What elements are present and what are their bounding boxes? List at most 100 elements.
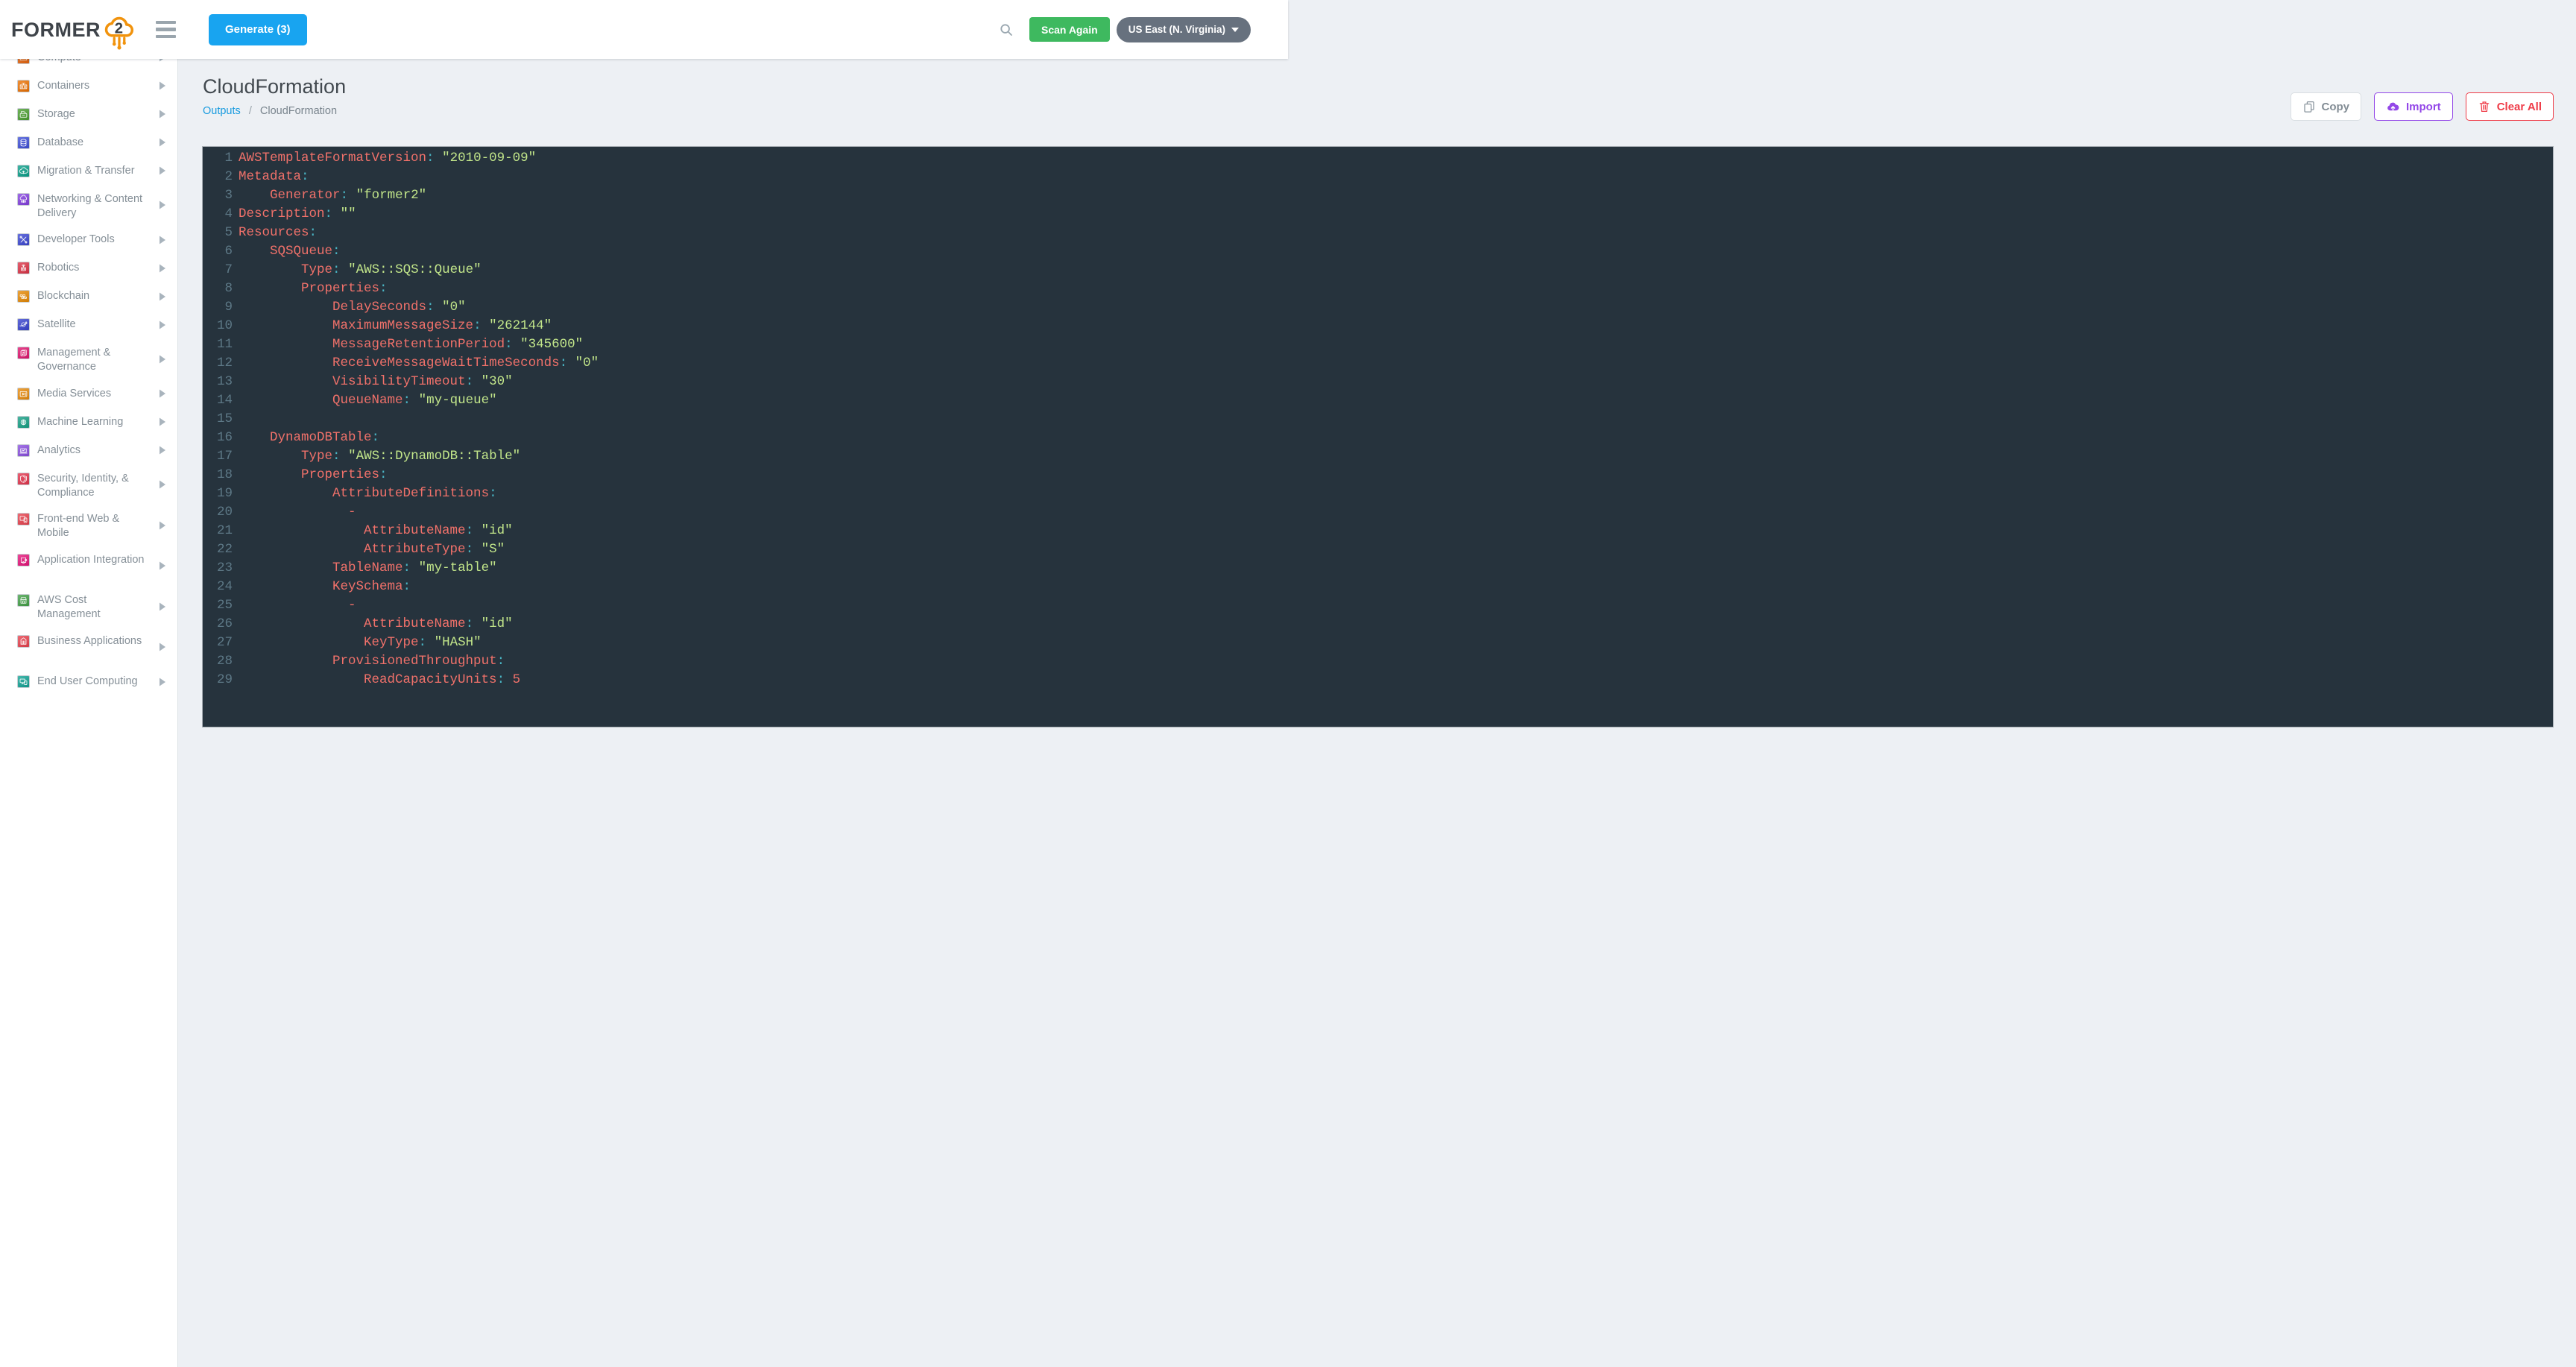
satellite-icon: [17, 318, 30, 331]
code-line: 12 ReceiveMessageWaitTimeSeconds: "0": [203, 354, 2553, 373]
clear-all-button[interactable]: Clear All: [2466, 92, 2554, 121]
chevron-right-icon: [160, 678, 165, 686]
code-line: 23 TableName: "my-table": [203, 559, 2553, 578]
trash-icon: [2478, 100, 2491, 113]
code-line: 24 KeySchema:: [203, 578, 2553, 596]
line-number: 20: [203, 503, 239, 522]
security-icon: [17, 473, 30, 485]
sidebar-item-label: AWS Cost Management: [37, 593, 146, 622]
copy-button[interactable]: Copy: [2291, 92, 2362, 121]
line-number: 17: [203, 447, 239, 466]
line-number: 13: [203, 373, 239, 391]
compute-icon: [17, 59, 30, 64]
sidebar-item-database[interactable]: Database: [0, 128, 177, 157]
code-line: 19 AttributeDefinitions:: [203, 484, 2553, 503]
blockchain-icon: [17, 290, 30, 303]
frontend-web-mobile-icon: [17, 513, 30, 525]
chevron-right-icon: [160, 167, 165, 175]
line-number: 24: [203, 578, 239, 596]
import-button[interactable]: Import: [2374, 92, 2453, 121]
line-number: 6: [203, 242, 239, 261]
code-line: 17 Type: "AWS::DynamoDB::Table": [203, 447, 2553, 466]
chevron-right-icon: [160, 355, 165, 363]
code-line: 1AWSTemplateFormatVersion: "2010-09-09": [203, 149, 2553, 168]
code-line: 20 -: [203, 503, 2553, 522]
sidebar-item-analytics[interactable]: Analytics: [0, 436, 177, 464]
app-logo[interactable]: FORMER 2: [11, 0, 136, 59]
sidebar-item-migration-transfer[interactable]: Migration & Transfer: [0, 157, 177, 185]
application-integration-icon: [17, 554, 30, 566]
line-number: 4: [203, 205, 239, 224]
sidebar-item-label: Robotics: [37, 261, 79, 275]
sidebar-item-label: Machine Learning: [37, 415, 123, 429]
code-line: 2Metadata:: [203, 168, 2553, 186]
code-line: 8 Properties:: [203, 280, 2553, 298]
line-number: 19: [203, 484, 239, 503]
line-number: 27: [203, 634, 239, 652]
sidebar-item-application-integration[interactable]: Application Integration: [0, 546, 177, 587]
sidebar-item-storage[interactable]: Storage: [0, 100, 177, 128]
sidebar-item-end-user-computing[interactable]: End User Computing: [0, 668, 177, 696]
machine-learning-icon: [17, 416, 30, 429]
generate-button[interactable]: Generate (3): [209, 14, 307, 45]
page-title: CloudFormation: [203, 74, 346, 99]
sidebar-item-containers[interactable]: Containers: [0, 72, 177, 100]
sidebar-item-compute[interactable]: Compute: [0, 59, 177, 72]
sidebar-item-developer-tools[interactable]: Developer Tools: [0, 226, 177, 254]
sidebar-item-front-end-web-mobile[interactable]: Front-end Web & Mobile: [0, 505, 177, 546]
chevron-right-icon: [160, 390, 165, 398]
code-editor[interactable]: 1AWSTemplateFormatVersion: "2010-09-09"2…: [202, 146, 2554, 727]
line-number: 25: [203, 596, 239, 615]
breadcrumb: Outputs / CloudFormation: [203, 105, 346, 117]
code-line: 28 ProvisionedThroughput:: [203, 652, 2553, 671]
sidebar-item-business-applications[interactable]: Business Applications: [0, 627, 177, 668]
main-content: CloudFormation Outputs / CloudFormation …: [178, 59, 2576, 1367]
sidebar-item-blockchain[interactable]: Blockchain: [0, 282, 177, 311]
database-icon: [17, 136, 30, 149]
sidebar-item-machine-learning[interactable]: Machine Learning: [0, 408, 177, 436]
line-number: 18: [203, 466, 239, 484]
sidebar-item-security-identity-compliance[interactable]: Security, Identity, & Compliance: [0, 464, 177, 505]
sidebar-item-label: Networking & Content Delivery: [37, 192, 146, 221]
sidebar-item-label: Database: [37, 136, 83, 150]
chevron-right-icon: [160, 481, 165, 489]
chevron-right-icon: [160, 521, 165, 529]
robotics-icon: [17, 262, 30, 274]
code-line: 16 DynamoDBTable:: [203, 429, 2553, 447]
chevron-right-icon: [160, 82, 165, 90]
sidebar-item-networking-content-delivery[interactable]: Networking & Content Delivery: [0, 185, 177, 226]
code-line: 22 AttributeType: "S": [203, 540, 2553, 559]
sidebar-item-robotics[interactable]: Robotics: [0, 254, 177, 282]
copy-icon: [2302, 100, 2316, 113]
line-number: 26: [203, 615, 239, 634]
chevron-right-icon: [160, 110, 165, 119]
breadcrumb-current: CloudFormation: [260, 105, 337, 117]
search-icon[interactable]: [994, 17, 1019, 42]
line-number: 8: [203, 280, 239, 298]
management-governance-icon: [17, 347, 30, 359]
sidebar-item-label: End User Computing: [37, 675, 138, 689]
line-number: 2: [203, 168, 239, 186]
chevron-right-icon: [160, 446, 165, 455]
sidebar-item-management-governance[interactable]: Management & Governance: [0, 339, 177, 380]
sidebar-item-aws-cost-management[interactable]: AWS Cost Management: [0, 587, 177, 628]
line-number: 28: [203, 652, 239, 671]
code-line: 29 ReadCapacityUnits: 5: [203, 671, 2553, 689]
chevron-right-icon: [160, 643, 165, 651]
menu-icon[interactable]: [153, 18, 179, 42]
line-number: 15: [203, 410, 239, 429]
region-dropdown[interactable]: US East (N. Virginia): [1117, 17, 1251, 42]
code-line: 5Resources:: [203, 224, 2553, 242]
code-line: 13 VisibilityTimeout: "30": [203, 373, 2553, 391]
scan-again-button[interactable]: Scan Again: [1029, 17, 1110, 42]
sidebar-service-list: ComputeContainersStorage Database Migratio…: [0, 59, 177, 696]
sidebar-item-satellite[interactable]: Satellite: [0, 311, 177, 339]
logo-text: FORMER: [11, 19, 101, 42]
breadcrumb-outputs-link[interactable]: Outputs: [203, 105, 241, 117]
caret-down-icon: [1231, 28, 1239, 32]
code-line: 18 Properties:: [203, 466, 2553, 484]
sidebar-item-label: Management & Governance: [37, 346, 146, 374]
sidebar-item-media-services[interactable]: Media Services: [0, 379, 177, 408]
sidebar-item-label: Security, Identity, & Compliance: [37, 472, 146, 500]
line-number: 14: [203, 391, 239, 410]
